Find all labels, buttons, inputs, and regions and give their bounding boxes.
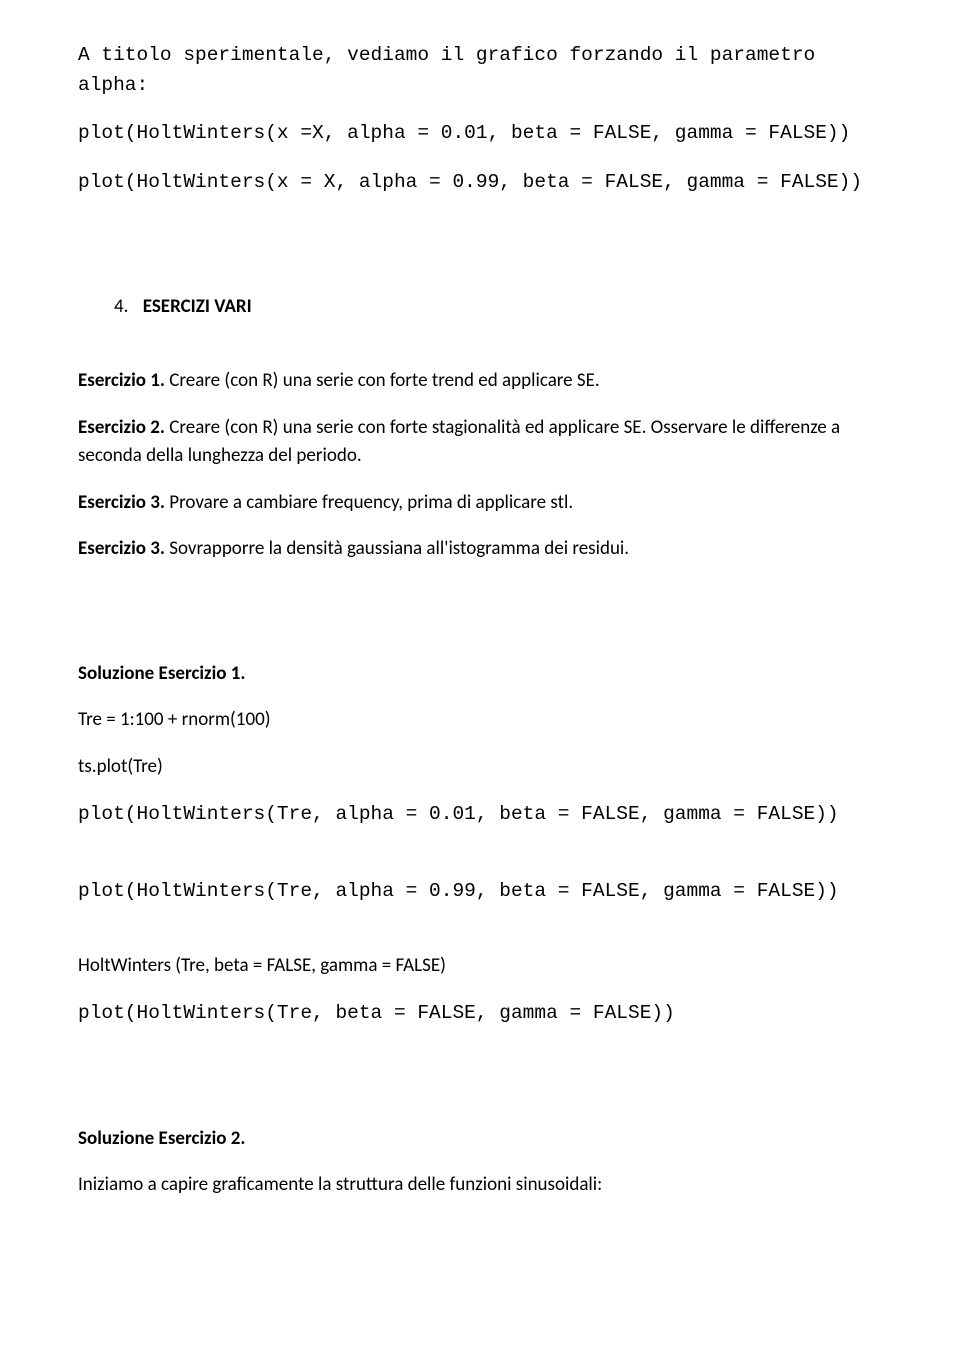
solution-2-heading: Soluzione Esercizio 2. — [78, 1125, 882, 1154]
code-line-1: plot(HoltWinters(x =X, alpha = 0.01, bet… — [78, 118, 882, 148]
sol1-code-3: plot(HoltWinters(Tre, beta = FALSE, gamm… — [78, 998, 882, 1028]
sol1-line-tsplot: ts.plot(Tre) — [78, 753, 882, 782]
exercise-3b: Esercizio 3. Sovrapporre la densità gaus… — [78, 535, 882, 564]
exercise-2-label: Esercizio 2. — [78, 416, 165, 439]
exercise-1-label: Esercizio 1. — [78, 369, 165, 392]
section-number: 4. — [114, 295, 128, 318]
code-line-2: plot(HoltWinters(x = X, alpha = 0.99, be… — [78, 167, 882, 197]
exercise-3b-text: Sovrapporre la densità gaussiana all'ist… — [165, 537, 629, 560]
section-heading: 4. ESERCIZI VARI — [78, 293, 882, 322]
exercise-1-text: Creare (con R) una serie con forte trend… — [165, 369, 600, 392]
sol1-code-2: plot(HoltWinters(Tre, alpha = 0.99, beta… — [78, 876, 882, 906]
exercise-2-text: Creare (con R) una serie con forte stagi… — [78, 416, 840, 468]
exercise-3b-label: Esercizio 3. — [78, 537, 165, 560]
sol2-line-1: Iniziamo a capire graficamente la strutt… — [78, 1171, 882, 1200]
exercise-3-text: Provare a cambiare frequency, prima di a… — [165, 491, 573, 514]
sol1-code-1: plot(HoltWinters(Tre, alpha = 0.01, beta… — [78, 799, 882, 829]
exercise-3-label: Esercizio 3. — [78, 491, 165, 514]
intro-text: A titolo sperimentale, vediamo il grafic… — [78, 40, 882, 100]
sol1-line-tre: Tre = 1:100 + rnorm(100) — [78, 706, 882, 735]
solution-1-heading: Soluzione Esercizio 1. — [78, 660, 882, 689]
exercise-2: Esercizio 2. Creare (con R) una serie co… — [78, 414, 882, 471]
section-title: ESERCIZI VARI — [133, 295, 252, 318]
exercise-1: Esercizio 1. Creare (con R) una serie co… — [78, 367, 882, 396]
exercise-3: Esercizio 3. Provare a cambiare frequenc… — [78, 489, 882, 518]
sol1-line-hw: HoltWinters (Tre, beta = FALSE, gamma = … — [78, 952, 882, 981]
